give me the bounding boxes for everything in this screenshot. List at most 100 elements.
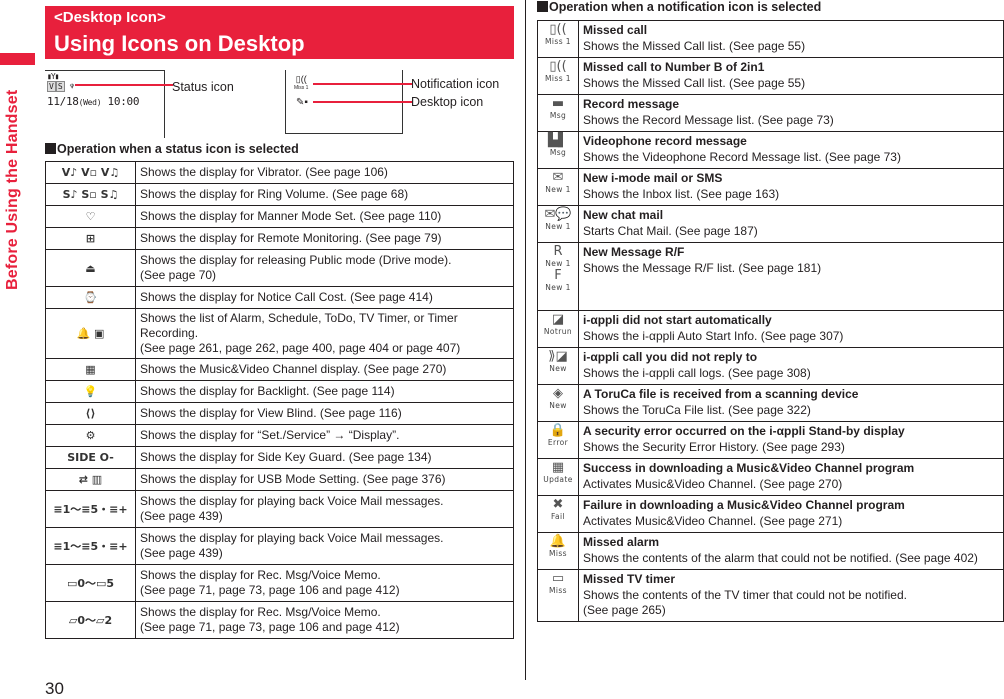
notification-title: Missed TV timer xyxy=(583,572,676,586)
notification-icon-caption: Error xyxy=(547,438,569,447)
notification-glyph-icon: ◈ xyxy=(553,386,563,401)
notification-title: Missed call to Number B of 2in1 xyxy=(583,60,765,74)
standby-screen-preview: ▮Y▮ VS ♆ 11/18(Wed) 10:00 xyxy=(45,70,165,138)
status-icon: SIDE O- xyxy=(45,446,136,469)
notification-table-row: ▙▌ Msg Videophone record message Shows the … xyxy=(537,131,1004,169)
notification-table-row: ✉💬 New 1 New chat mail Starts Chat Mail. (S… xyxy=(537,205,1004,243)
notification-title: i-αppli did not start automatically xyxy=(583,313,772,327)
status-description: Shows the display for “Set./Service” → “… xyxy=(135,424,514,447)
notification-title: New i-mode mail or SMS xyxy=(583,171,723,185)
notification-glyph-icon: ▙▌ xyxy=(548,133,568,148)
status-table-row: ≡1〜≡5・≡+ Shows the display for playing ba… xyxy=(45,527,514,565)
notification-icon-caption: New 1 xyxy=(545,283,571,292)
page-number: 30 xyxy=(45,679,64,698)
notification-icon: ◪ Notrun xyxy=(537,310,579,348)
manner-status-icon: ♆ xyxy=(69,82,75,91)
notification-icon-caption: Miss xyxy=(549,549,567,558)
notification-description: Shows the i-αppli Auto Start Info. (See … xyxy=(583,328,844,343)
notification-glyph-icon: ✖ xyxy=(552,497,564,512)
notification-icon-caption: New 1 xyxy=(545,222,571,231)
status-table-row: ⌚ Shows the display for Notice Call Cost.… xyxy=(45,286,514,309)
notification-description: Shows the Videophone Record Message list… xyxy=(583,149,901,164)
status-callout-line xyxy=(75,84,173,86)
notification-icon-caption: Fail xyxy=(551,512,565,521)
status-table-row: ⚙ Shows the display for “Set./Service” → … xyxy=(45,424,514,447)
status-table-row: ⟨⟩ Shows the display for View Blind. (See… xyxy=(45,402,514,425)
status-icons-row: VS ♆ xyxy=(47,81,75,92)
notification-icon: ✉ New 1 xyxy=(537,168,579,206)
bullet-square-icon xyxy=(45,143,56,154)
notification-description-cell: i-αppli did not start automatically Shows… xyxy=(578,310,1004,348)
notification-callout-line xyxy=(313,83,412,85)
notification-table-row: ✖ Fail Failure in downloading a Music&Vide… xyxy=(537,495,1004,533)
status-description: Shows the Music&Video Channel display. (… xyxy=(135,358,514,381)
notification-table-row: ◈ New A ToruCa file is received from a sca… xyxy=(537,384,1004,422)
status-description: Shows the display for Vibrator. (See pag… xyxy=(135,161,514,184)
notification-title: Failure in downloading a Music&Video Cha… xyxy=(583,498,905,512)
status-icon: ♡ xyxy=(45,205,136,228)
status-icon: S♪ S▫ S♫ xyxy=(45,183,136,206)
notification-description: Shows the Missed Call list. (See page 55… xyxy=(583,38,806,53)
notification-table-row: R New 1 F New 1 New Message R/F Shows the Mes… xyxy=(537,242,1004,311)
notification-description-cell: Missed call Shows the Missed Call list. (… xyxy=(578,20,1004,58)
status-table-row: ⊞ Shows the display for Remote Monitoring… xyxy=(45,227,514,250)
notification-title: Videophone record message xyxy=(583,134,747,148)
clock-time: 10:00 xyxy=(107,95,140,108)
notification-title: Success in downloading a Music&Video Cha… xyxy=(583,461,915,475)
side-tab-marker xyxy=(0,53,35,65)
notification-icon-sample: ▯(( Miss 1 xyxy=(294,75,308,93)
notification-description-cell: Failure in downloading a Music&Video Cha… xyxy=(578,495,1004,533)
status-table-row: ≡1〜≡5・≡+ Shows the display for playing ba… xyxy=(45,490,514,528)
notification-section-heading-text: Operation when a notification icon is se… xyxy=(549,0,822,14)
notification-title: New chat mail xyxy=(583,208,664,222)
clock-day: (Wed) xyxy=(78,98,102,107)
notification-icon-caption: Miss 1 xyxy=(545,74,571,83)
notification-description: Starts Chat Mail. (See page 187) xyxy=(583,223,758,238)
status-icon: ⊞ xyxy=(45,227,136,250)
status-table-row: ⏏ Shows the display for releasing Public … xyxy=(45,249,514,287)
notification-description: Shows the i-αppli call logs. (See page 3… xyxy=(583,365,811,380)
notification-table-row: ▬ Msg Record message Shows the Record Messa… xyxy=(537,94,1004,132)
notification-description-cell: A security error occurred on the i-αppli… xyxy=(578,421,1004,459)
notification-icon: ▯((Miss 1 xyxy=(537,57,579,95)
notification-description-cell: Videophone record message Shows the Video… xyxy=(578,131,1004,169)
ring-status-icon: S xyxy=(55,81,65,92)
status-icon: ▭0〜▭5 xyxy=(45,564,136,602)
status-description: Shows the display for Side Key Guard. (S… xyxy=(135,446,514,469)
status-table-row: ♡ Shows the display for Manner Mode Set. … xyxy=(45,205,514,228)
notification-icon: 🔔 Miss xyxy=(537,532,579,570)
notification-table-row: 🔒 Error A security error occurred on the i… xyxy=(537,421,1004,459)
notification-glyph-icon: ✉ xyxy=(552,170,564,185)
status-section-heading: Operation when a status icon is selected xyxy=(45,142,299,156)
desktop-icon-sample: ✎▪ xyxy=(296,97,308,108)
notification-description: Activates Music&Video Channel. (See page… xyxy=(583,476,843,491)
notification-table-row: ⟫◪ New i-αppli call you did not reply to Sh… xyxy=(537,347,1004,385)
notification-table-row: ✉ New 1 New i-mode mail or SMS Shows the In… xyxy=(537,168,1004,206)
missed-call-icon: ▯(( xyxy=(295,74,307,84)
notification-description-cell: Missed call to Number B of 2in1 Shows the… xyxy=(578,57,1004,95)
desktop-icon-callout: Desktop icon xyxy=(411,95,484,109)
notification-icon: ◈ New xyxy=(537,384,579,422)
status-description: Shows the display for USB Mode Setting. … xyxy=(135,468,514,491)
notification-table-row: ▯((Miss 1 Missed call Shows the Missed Cal… xyxy=(537,20,1004,58)
notification-title: i-αppli call you did not reply to xyxy=(583,350,758,364)
status-table-row: 🔔 ▣ Shows the list of Alarm, Schedule, To… xyxy=(45,308,514,359)
clock: 11/18(Wed) 10:00 xyxy=(47,95,139,108)
status-icon: ⏏ xyxy=(45,249,136,287)
status-table-row: SIDE O- Shows the display for Side Key Gu… xyxy=(45,446,514,469)
status-table-row: ▭0〜▭5 Shows the display for Rec. Msg/Voic… xyxy=(45,564,514,602)
status-icon: 🔔 ▣ xyxy=(45,308,136,359)
notification-glyph-icon: ▯(( xyxy=(549,59,567,74)
notification-table-row: ▭ Miss Missed TV timer Shows the contents o… xyxy=(537,569,1004,622)
notification-section-heading: Operation when a notification icon is se… xyxy=(537,0,821,14)
signal-icon: ▮Y▮ xyxy=(47,72,59,81)
notification-icon: ▭ Miss xyxy=(537,569,579,622)
notification-title: A security error occurred on the i-αppli… xyxy=(583,424,905,438)
notification-icon-caption: New xyxy=(549,401,567,410)
notification-icon: ✉💬 New 1 xyxy=(537,205,579,243)
notification-title: A ToruCa file is received from a scannin… xyxy=(583,387,859,401)
notification-title: Missed call xyxy=(583,23,648,37)
status-table-row: V♪ V▫ V♫ Shows the display for Vibrator. … xyxy=(45,161,514,184)
status-icon-table: V♪ V▫ V♫ Shows the display for Vibrator. … xyxy=(45,161,514,639)
notification-glyph-icon: ◪ xyxy=(551,312,565,327)
